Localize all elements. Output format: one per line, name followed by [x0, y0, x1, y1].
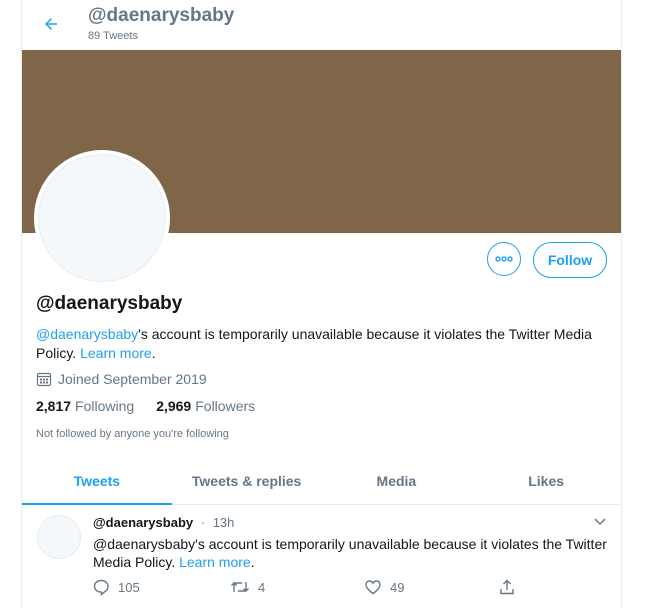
profile-name: @daenarysbaby	[36, 293, 183, 314]
tab-likes[interactable]: Likes	[471, 458, 621, 504]
more-options-icon	[495, 256, 513, 262]
joined-date: Joined September 2019	[36, 371, 207, 387]
tweet-menu-button[interactable]	[592, 513, 608, 529]
share-button[interactable]	[498, 578, 516, 596]
reply-icon	[93, 579, 109, 596]
profile-column: @daenarysbaby 89 Tweets Follow @daenarys…	[21, 0, 622, 608]
tab-media[interactable]: Media	[322, 458, 472, 504]
followers-count: 2,969	[156, 398, 192, 414]
retweet-count: 4	[258, 579, 266, 595]
chevron-down-icon	[594, 518, 606, 526]
tweet-separator: ·	[200, 515, 206, 530]
bio-handle-link[interactable]: @daenarysbaby	[36, 326, 138, 342]
tweet-actions: 105 4 49	[92, 578, 612, 600]
followers-stat[interactable]: 2,969 Followers	[156, 398, 255, 414]
joined-text: Joined September 2019	[58, 371, 207, 387]
share-icon	[500, 579, 514, 595]
calendar-icon	[36, 372, 52, 387]
following-count: 2,817	[36, 398, 72, 414]
tweet-handle[interactable]: @daenarysbaby	[93, 515, 193, 530]
back-arrow-icon	[45, 18, 57, 30]
following-stat[interactable]: 2,817 Following	[36, 398, 134, 414]
tweet-avatar[interactable]	[37, 515, 81, 559]
header-tweet-count: 89 Tweets	[88, 30, 138, 42]
reply-count: 105	[118, 579, 140, 595]
retweet-icon	[231, 582, 249, 592]
tweet-text: @daenarysbaby's account is temporarily u…	[93, 535, 608, 571]
like-icon	[365, 580, 381, 595]
not-followed-note: Not followed by anyone you're following	[36, 428, 229, 440]
tweet-end: .	[250, 554, 255, 570]
follow-button[interactable]: Follow	[533, 242, 607, 278]
bio-end: .	[151, 345, 156, 361]
back-button[interactable]	[39, 12, 63, 36]
tab-tweets[interactable]: Tweets	[22, 458, 172, 505]
profile-bio: @daenarysbaby's account is temporarily u…	[36, 325, 606, 363]
follow-stats: 2,817 Following 2,969 Followers	[36, 398, 255, 414]
tab-tweets-replies[interactable]: Tweets & replies	[172, 458, 322, 504]
like-button[interactable]: 49	[364, 578, 404, 596]
retweet-button[interactable]: 4	[230, 578, 265, 596]
header-title: @daenarysbaby	[88, 5, 235, 26]
more-options-button[interactable]	[487, 242, 521, 276]
following-label: Following	[75, 398, 135, 414]
reply-button[interactable]: 105	[92, 578, 140, 596]
profile-avatar[interactable]	[34, 150, 170, 286]
tweet-learn-more-link[interactable]: Learn more	[179, 554, 251, 570]
tweet-time[interactable]: 13h	[213, 515, 235, 530]
profile-tabs: Tweets Tweets & replies Media Likes	[22, 458, 621, 505]
bio-learn-more-link[interactable]: Learn more	[80, 345, 152, 361]
tweet-body: @daenarysbaby's account is temporarily u…	[93, 536, 607, 570]
followers-label: Followers	[195, 398, 256, 414]
like-count: 49	[390, 579, 405, 595]
tweet-header: @daenarysbaby · 13h	[93, 515, 234, 530]
